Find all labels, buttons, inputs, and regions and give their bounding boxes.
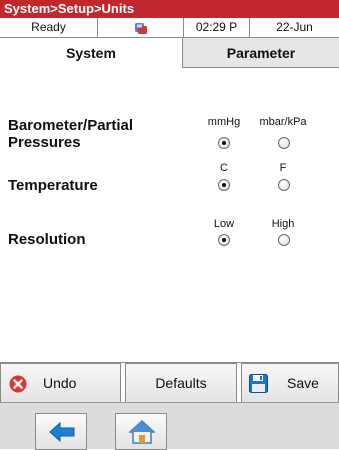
undo-button[interactable]: Undo (0, 363, 121, 403)
fahrenheit-radio[interactable] (278, 179, 290, 191)
status-state: Ready (0, 18, 98, 38)
home-icon (129, 420, 155, 444)
sync-icon (134, 23, 147, 34)
celsius-radio[interactable] (218, 179, 230, 191)
tab-bar: System Parameter (0, 38, 339, 68)
barometer-label: Barometer/Partial Pressures (8, 117, 134, 151)
floppy-disk-icon (249, 374, 268, 393)
high-radio[interactable] (278, 234, 290, 246)
window-title: System>Setup>Units (0, 0, 339, 18)
low-radio[interactable] (218, 234, 230, 246)
status-icon-cell (98, 18, 184, 38)
mmhg-radio[interactable] (218, 137, 230, 149)
tab-parameter[interactable]: Parameter (183, 38, 339, 68)
high-option-label: High (271, 218, 295, 230)
mmhg-option-label: mmHg (207, 116, 241, 128)
tab-system[interactable]: System (0, 38, 183, 68)
low-option-label: Low (213, 218, 235, 230)
back-arrow-icon (49, 422, 75, 442)
status-bar: Ready 02:29 P 22-Jun (0, 18, 339, 38)
resolution-label: Resolution (8, 231, 86, 248)
back-button[interactable] (35, 413, 87, 450)
nav-bar (0, 402, 339, 450)
mbar-kpa-radio[interactable] (278, 137, 290, 149)
status-time: 02:29 P (184, 18, 250, 38)
fahrenheit-option-label: F (279, 162, 287, 174)
mbar-kpa-option-label: mbar/kPa (259, 116, 307, 128)
cancel-icon (9, 375, 27, 393)
save-button[interactable]: Save (241, 363, 339, 403)
action-bar: Undo Defaults Save (0, 362, 339, 403)
celsius-option-label: C (220, 162, 228, 174)
undo-label: Undo (43, 375, 77, 391)
temperature-label: Temperature (8, 177, 98, 194)
save-label: Save (287, 375, 319, 391)
defaults-button[interactable]: Defaults (125, 363, 237, 403)
status-date: 22-Jun (276, 20, 313, 34)
home-button[interactable] (115, 413, 167, 450)
units-panel: Barometer/Partial Pressures mmHg mbar/kP… (0, 68, 339, 362)
